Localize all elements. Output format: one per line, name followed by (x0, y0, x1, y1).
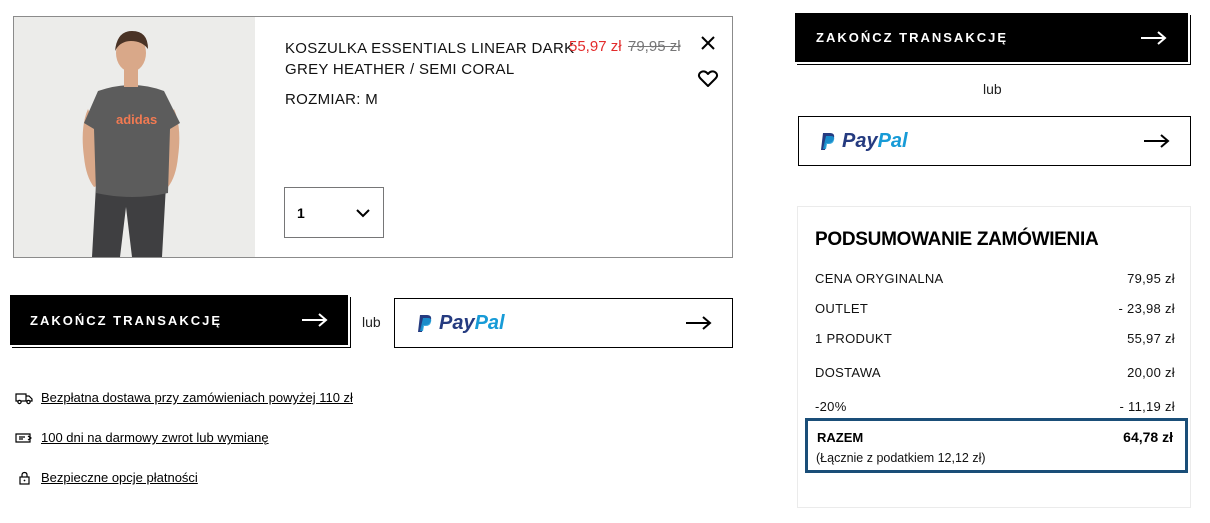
summary-row-value: 79,95 zł (1127, 271, 1175, 286)
checkout-button[interactable]: ZAKOŃCZ TRANSAKCJĘ (10, 295, 351, 348)
summary-row-products: 1 PRODUKT 55,97 zł (815, 331, 1175, 346)
free-delivery-text: Bezpłatna dostawa przy zamówieniach powy… (41, 390, 353, 405)
summary-row-label: OUTLET (815, 301, 869, 316)
paypal-button-sidebar[interactable]: PayPal (798, 116, 1191, 166)
paypal-logo: PayPal (820, 130, 908, 153)
lock-icon (19, 471, 30, 485)
wishlist-button[interactable] (697, 69, 719, 89)
or-separator: lub (362, 314, 381, 330)
free-returns-text: 100 dni na darmowy zwrot lub wymianę (41, 430, 269, 445)
checkout-button-sidebar[interactable]: ZAKOŃCZ TRANSAKCJĘ (795, 13, 1191, 65)
arrow-right-icon (686, 316, 712, 330)
secure-payment-text: Bezpieczne opcje płatności (41, 470, 198, 485)
free-returns-link[interactable]: 100 dni na darmowy zwrot lub wymianę (15, 430, 269, 445)
summary-row-discount: -20% - 11,19 zł (815, 399, 1175, 414)
product-original-price: 79,95 zł (628, 38, 681, 55)
product-name[interactable]: KOSZULKA ESSENTIALS LINEAR DARK GREY HEA… (285, 38, 575, 80)
summary-row-label: CENA ORYGINALNA (815, 271, 944, 286)
checkout-button-label: ZAKOŃCZ TRANSAKCJĘ (30, 312, 222, 328)
paypal-logo: PayPal (417, 312, 505, 335)
summary-row-label: 1 PRODUKT (815, 331, 893, 346)
or-separator: lub (983, 81, 1002, 97)
paypal-button[interactable]: PayPal (394, 298, 733, 348)
paypal-word-pay: Pay (842, 129, 878, 152)
quantity-select[interactable]: 1 (284, 187, 384, 238)
summary-row-value: - 11,19 zł (1119, 399, 1175, 414)
paypal-word-pal: Pal (877, 129, 908, 152)
heart-icon (697, 70, 719, 87)
paypal-icon (418, 314, 432, 332)
summary-title: PODSUMOWANIE ZAMÓWIENIA (815, 229, 1099, 250)
secure-payment-link[interactable]: Bezpieczne opcje płatności (15, 470, 198, 485)
summary-row-label: -20% (815, 399, 847, 414)
summary-row-value: - 23,98 zł (1118, 301, 1175, 316)
summary-row-value: 20,00 zł (1127, 365, 1175, 380)
summary-total: RAZEM 64,78 zł (Łącznie z podatkiem 12,1… (805, 418, 1188, 473)
shirt-print: adidas (116, 112, 157, 127)
summary-row-delivery: DOSTAWA 20,00 zł (815, 365, 1175, 380)
checkout-button-label: ZAKOŃCZ TRANSAKCJĘ (816, 30, 1008, 45)
paypal-icon (821, 132, 835, 150)
cart-item: adidas KOSZULKA ESSENTIALS LINEAR DARK G… (13, 16, 733, 258)
remove-item-button[interactable] (698, 33, 718, 53)
close-icon (701, 36, 715, 50)
total-value: 64,78 zł (1123, 429, 1173, 445)
paypal-word-pal: Pal (474, 311, 505, 334)
paypal-word-pay: Pay (439, 311, 475, 334)
product-size: ROZMIAR: M (285, 91, 378, 108)
arrow-right-icon (302, 313, 328, 327)
arrow-right-icon (1141, 30, 1167, 45)
order-summary: PODSUMOWANIE ZAMÓWIENIA CENA ORYGINALNA … (797, 206, 1191, 508)
summary-row-original-price: CENA ORYGINALNA 79,95 zł (815, 271, 1175, 286)
return-box-icon (15, 432, 33, 443)
product-image[interactable]: adidas (14, 17, 255, 257)
free-delivery-link[interactable]: Bezpłatna dostawa przy zamówieniach powy… (15, 390, 353, 405)
summary-row-label: DOSTAWA (815, 365, 881, 380)
quantity-value: 1 (297, 204, 305, 221)
arrow-right-icon (1144, 134, 1170, 148)
product-sale-price: 55,97 zł (569, 38, 622, 55)
summary-row-value: 55,97 zł (1127, 331, 1175, 346)
total-tax-note: (Łącznie z podatkiem 12,12 zł) (816, 451, 986, 465)
truck-icon (15, 392, 33, 404)
chevron-down-icon (356, 208, 370, 217)
summary-row-outlet: OUTLET - 23,98 zł (815, 301, 1175, 316)
total-label: RAZEM (817, 430, 864, 445)
